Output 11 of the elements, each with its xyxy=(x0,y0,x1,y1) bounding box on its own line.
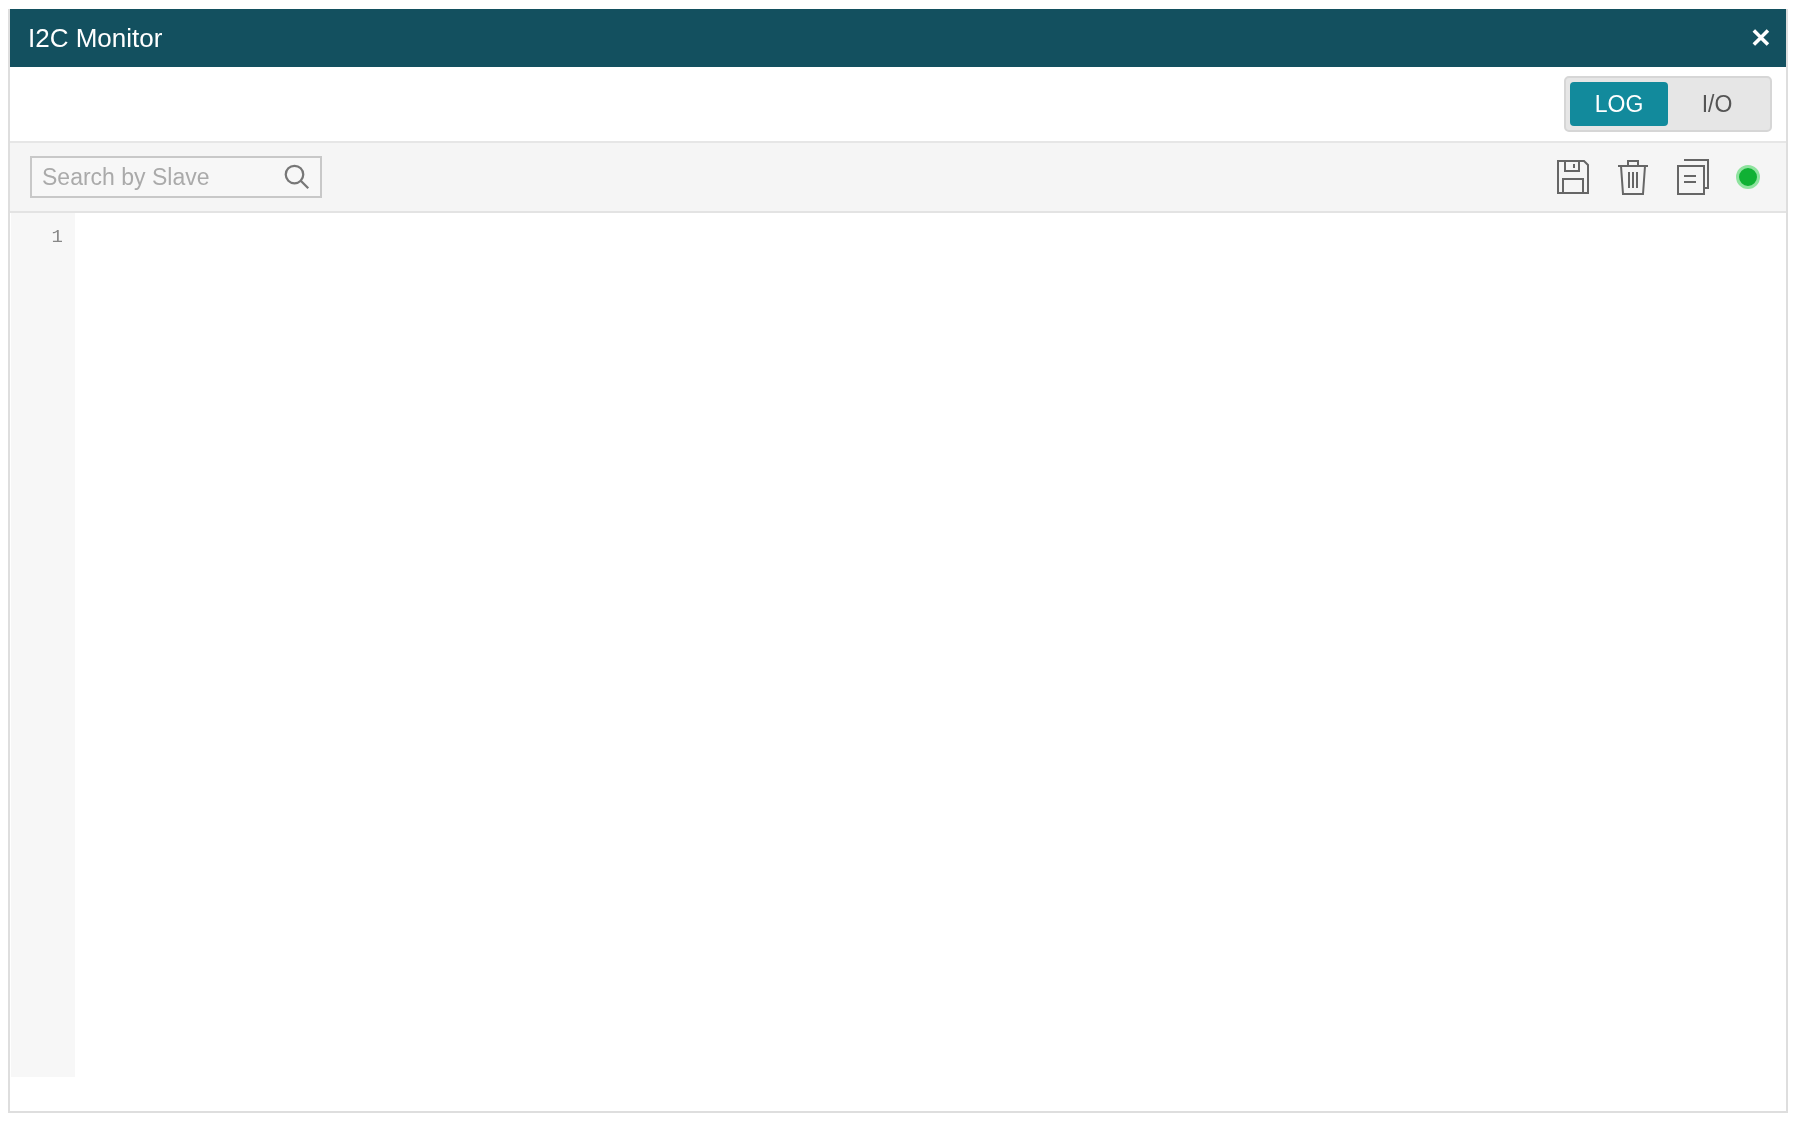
trash-icon[interactable] xyxy=(1616,158,1650,196)
view-tab[interactable]: LOG xyxy=(1570,82,1668,126)
save-icon[interactable] xyxy=(1556,159,1590,195)
search-icon xyxy=(282,162,312,192)
copy-icon[interactable] xyxy=(1676,158,1710,196)
search-field[interactable]: Search by Slave xyxy=(30,156,322,198)
window-title: I2C Monitor xyxy=(28,21,163,55)
close-button[interactable]: ✕ xyxy=(1750,25,1772,51)
status-indicator[interactable] xyxy=(1736,165,1760,189)
view-tab[interactable]: I/O xyxy=(1668,82,1766,126)
line-number: 1 xyxy=(51,225,63,250)
